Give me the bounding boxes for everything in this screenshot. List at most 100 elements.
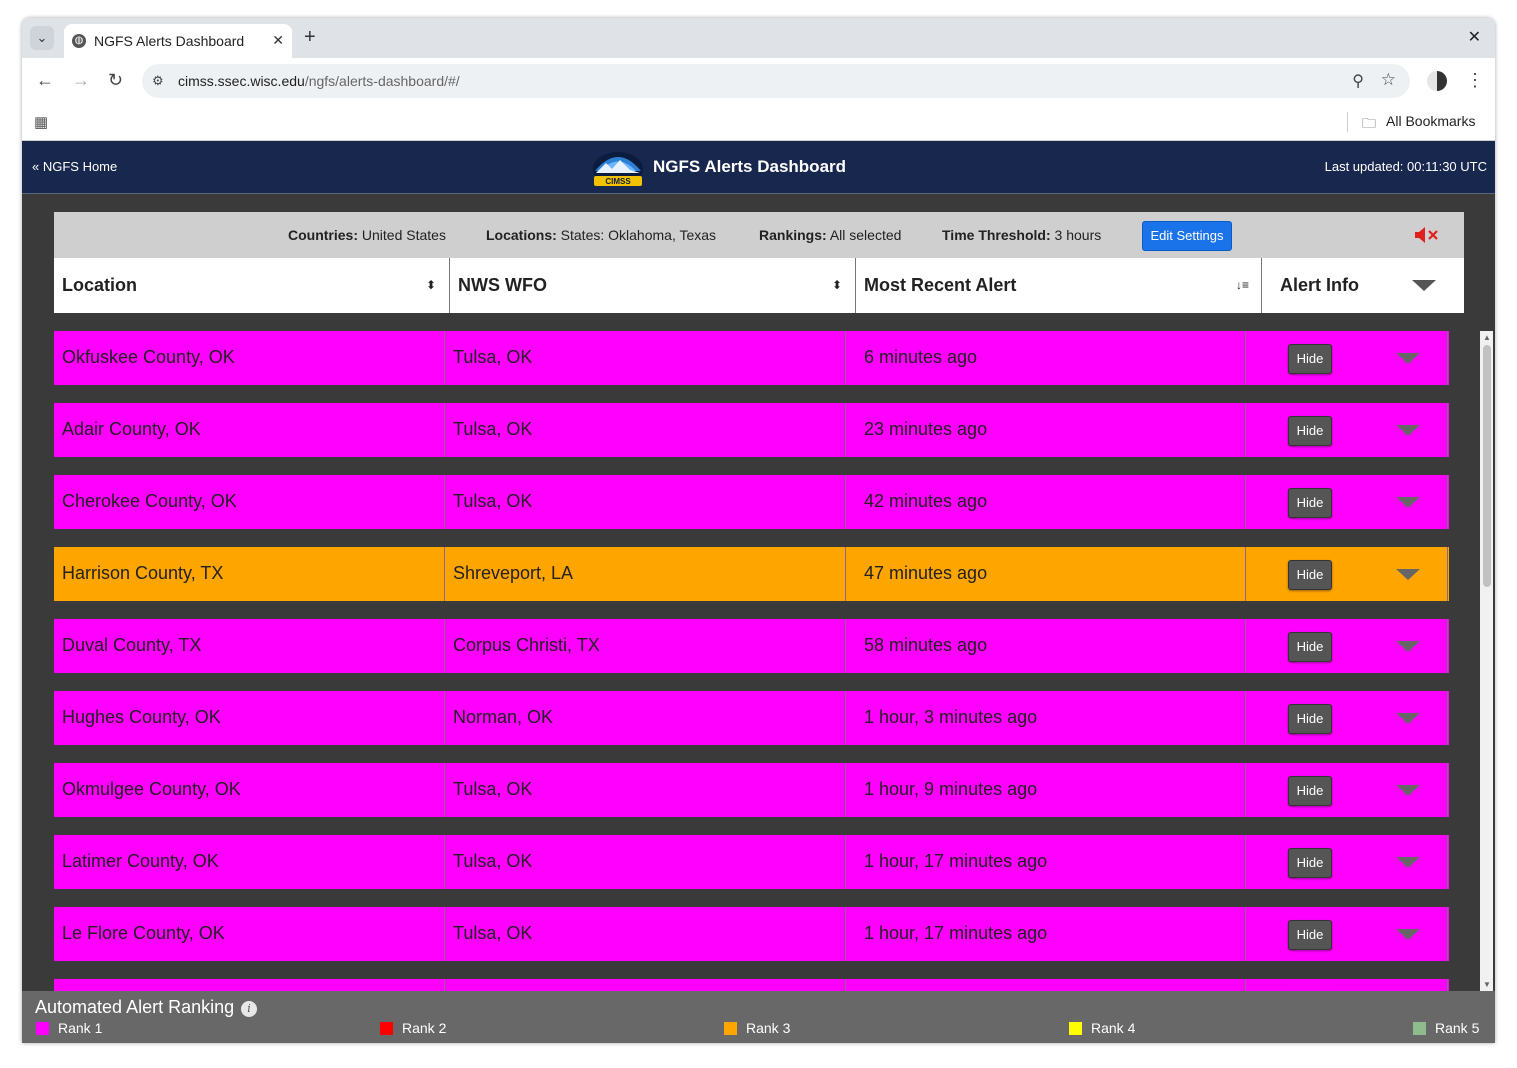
table-row[interactable]: Okmulgee County, OK Tulsa, OK 1 hour, 9 mi… bbox=[54, 763, 1449, 817]
cell-location: Okfuskee County, OK bbox=[54, 331, 445, 385]
browser-window: ⌄ ◍ NGFS Alerts Dashboard ✕ + ✕ ← → ↻ ⚙ … bbox=[22, 18, 1495, 1043]
cell-location: Harrison County, TX bbox=[54, 547, 445, 601]
bookmark-star-icon[interactable]: ☆ bbox=[1381, 70, 1396, 90]
cell-alert-info: Hide bbox=[1246, 475, 1448, 529]
cell-alert-info: Hide bbox=[1246, 763, 1448, 817]
cell-nws-wfo: Tulsa, OK bbox=[445, 475, 846, 529]
expand-chevron-icon[interactable] bbox=[1396, 857, 1420, 868]
table-row[interactable]: Le Flore County, OK Tulsa, OK 1 hour, 17 m… bbox=[54, 907, 1449, 961]
rank-label: Rank 2 bbox=[402, 1020, 447, 1036]
locations-label: Locations: bbox=[486, 227, 557, 243]
reload-icon[interactable]: ↻ bbox=[108, 70, 123, 91]
table-row[interactable]: Cherokee County, OK Tulsa, OK 42 minutes a… bbox=[54, 475, 1449, 529]
header-location-label: Location bbox=[62, 275, 137, 295]
cell-alert-info: Hide bbox=[1246, 691, 1448, 745]
expand-chevron-icon[interactable] bbox=[1396, 785, 1420, 796]
header-most-recent-alert[interactable]: Most Recent Alert ↓≡ bbox=[856, 258, 1262, 313]
url-text[interactable]: cimss.ssec.wisc.edu/ngfs/alerts-dashboar… bbox=[178, 73, 460, 89]
header-location[interactable]: Location ⬍ bbox=[54, 258, 450, 313]
cell-nws-wfo-text: Tulsa, OK bbox=[453, 491, 533, 511]
address-bar[interactable]: ⚙ cimss.ssec.wisc.edu/ngfs/alerts-dashbo… bbox=[142, 64, 1410, 98]
globe-icon: ◍ bbox=[72, 34, 86, 48]
expand-chevron-icon[interactable] bbox=[1396, 425, 1420, 436]
table-row[interactable]: Latimer County, OK Tulsa, OK 1 hour, 17 mi… bbox=[54, 835, 1449, 889]
hide-button[interactable]: Hide bbox=[1288, 776, 1332, 806]
profile-avatar-icon[interactable] bbox=[1427, 71, 1447, 91]
hide-button[interactable]: Hide bbox=[1288, 848, 1332, 878]
edit-settings-button[interactable]: Edit Settings bbox=[1142, 221, 1232, 251]
kebab-menu-icon[interactable]: ⋮ bbox=[1466, 70, 1484, 91]
cell-most-recent-alert: 58 minutes ago bbox=[846, 619, 1246, 673]
header-nws-wfo[interactable]: NWS WFO ⬍ bbox=[450, 258, 856, 313]
expand-chevron-icon[interactable] bbox=[1396, 353, 1420, 364]
table-row[interactable]: Duval County, TX Corpus Christi, TX 58 min… bbox=[54, 619, 1449, 673]
cell-most-recent-alert: 1 hour, 9 minutes ago bbox=[846, 763, 1246, 817]
rank-color-swatch bbox=[724, 1022, 737, 1035]
countries-label: Countries: bbox=[288, 227, 358, 243]
cell-nws-wfo: Tulsa, OK bbox=[445, 331, 846, 385]
logo-text: CIMSS bbox=[605, 177, 631, 186]
filter-bar: Countries: United States Locations: Stat… bbox=[54, 212, 1464, 258]
cell-alert-info: Hide bbox=[1246, 547, 1448, 601]
filter-time-threshold: Time Threshold: 3 hours bbox=[942, 227, 1101, 243]
scrollbar-thumb[interactable] bbox=[1483, 345, 1491, 587]
mute-speaker-icon[interactable] bbox=[1413, 225, 1439, 245]
browser-tab[interactable]: ◍ NGFS Alerts Dashboard ✕ bbox=[64, 24, 292, 58]
table-header: Location ⬍ NWS WFO ⬍ Most Recent Alert ↓… bbox=[54, 258, 1464, 313]
table-row[interactable]: Harrison County, TX Shreveport, LA 47 minu… bbox=[54, 547, 1449, 601]
cell-location-text: Le Flore County, OK bbox=[62, 923, 225, 943]
table-row[interactable]: Hide bbox=[54, 979, 1449, 991]
hide-button[interactable]: Hide bbox=[1288, 344, 1332, 374]
legend-rank-2: Rank 2 bbox=[380, 1020, 446, 1036]
hide-button[interactable]: Hide bbox=[1288, 560, 1332, 590]
header-alert-info[interactable]: Alert Info bbox=[1262, 258, 1464, 313]
hide-button[interactable]: Hide bbox=[1288, 416, 1332, 446]
forward-arrow-icon[interactable]: → bbox=[72, 70, 90, 91]
expand-all-chevron-icon[interactable] bbox=[1412, 280, 1436, 291]
expand-chevron-icon[interactable] bbox=[1396, 713, 1420, 724]
hide-button[interactable]: Hide bbox=[1288, 632, 1332, 662]
site-settings-icon[interactable]: ⚙ bbox=[152, 73, 164, 89]
all-bookmarks-button[interactable]: All Bookmarks bbox=[1386, 113, 1475, 129]
cell-nws-wfo: Corpus Christi, TX bbox=[445, 619, 846, 673]
info-icon[interactable]: i bbox=[241, 1001, 257, 1017]
hide-button[interactable]: Hide bbox=[1288, 920, 1332, 950]
expand-chevron-icon[interactable] bbox=[1396, 497, 1420, 508]
scrollbar[interactable]: ▲ ▼ bbox=[1480, 331, 1493, 991]
tab-title: NGFS Alerts Dashboard bbox=[94, 33, 245, 49]
url-path: /ngfs/alerts-dashboard/#/ bbox=[304, 73, 460, 89]
hide-button[interactable]: Hide bbox=[1288, 704, 1332, 734]
countries-value: United States bbox=[361, 227, 446, 243]
rank-label: Rank 1 bbox=[58, 1020, 103, 1036]
ngfs-home-link[interactable]: « NGFS Home bbox=[32, 159, 117, 174]
hide-button[interactable]: Hide bbox=[1288, 488, 1332, 518]
zoom-icon[interactable]: ⚲ bbox=[1352, 71, 1364, 91]
cell-most-recent-alert bbox=[846, 979, 1246, 991]
cell-nws-wfo: Shreveport, LA bbox=[445, 547, 846, 601]
new-tab-icon[interactable]: + bbox=[304, 27, 316, 47]
expand-chevron-icon[interactable] bbox=[1396, 569, 1420, 580]
alerts-table-body: Okfuskee County, OK Tulsa, OK 6 minutes ag… bbox=[54, 331, 1449, 991]
window-close-icon[interactable]: ✕ bbox=[1468, 27, 1481, 47]
table-row[interactable]: Adair County, OK Tulsa, OK 23 minutes ago H… bbox=[54, 403, 1449, 457]
table-row[interactable]: Hughes County, OK Norman, OK 1 hour, 3 min… bbox=[54, 691, 1449, 745]
scroll-down-arrow-icon[interactable]: ▼ bbox=[1483, 980, 1491, 989]
cell-most-recent-alert: 42 minutes ago bbox=[846, 475, 1246, 529]
apps-grid-icon[interactable]: ▦ bbox=[34, 113, 48, 131]
tab-close-icon[interactable]: ✕ bbox=[272, 32, 284, 49]
tab-search-chevron-icon[interactable]: ⌄ bbox=[30, 26, 54, 50]
cell-most-recent-alert-text: 1 hour, 17 minutes ago bbox=[864, 923, 1048, 943]
cell-most-recent-alert-text: 47 minutes ago bbox=[864, 563, 988, 583]
table-row[interactable]: Okfuskee County, OK Tulsa, OK 6 minutes ag… bbox=[54, 331, 1449, 385]
expand-chevron-icon[interactable] bbox=[1396, 929, 1420, 940]
cell-alert-info: Hide bbox=[1246, 619, 1448, 673]
expand-chevron-icon[interactable] bbox=[1396, 641, 1420, 652]
cell-location-text: Duval County, TX bbox=[62, 635, 202, 655]
back-arrow-icon[interactable]: ← bbox=[36, 70, 54, 91]
cell-most-recent-alert-text: 1 hour, 3 minutes ago bbox=[864, 707, 1038, 727]
sort-descending-icon[interactable]: ↓≡ bbox=[1236, 278, 1249, 292]
sort-icon[interactable]: ⬍ bbox=[832, 278, 842, 292]
scroll-up-arrow-icon[interactable]: ▲ bbox=[1483, 333, 1491, 342]
bookmarks-bar: ▦ 🗀 All Bookmarks bbox=[22, 104, 1495, 141]
sort-icon[interactable]: ⬍ bbox=[426, 278, 436, 292]
